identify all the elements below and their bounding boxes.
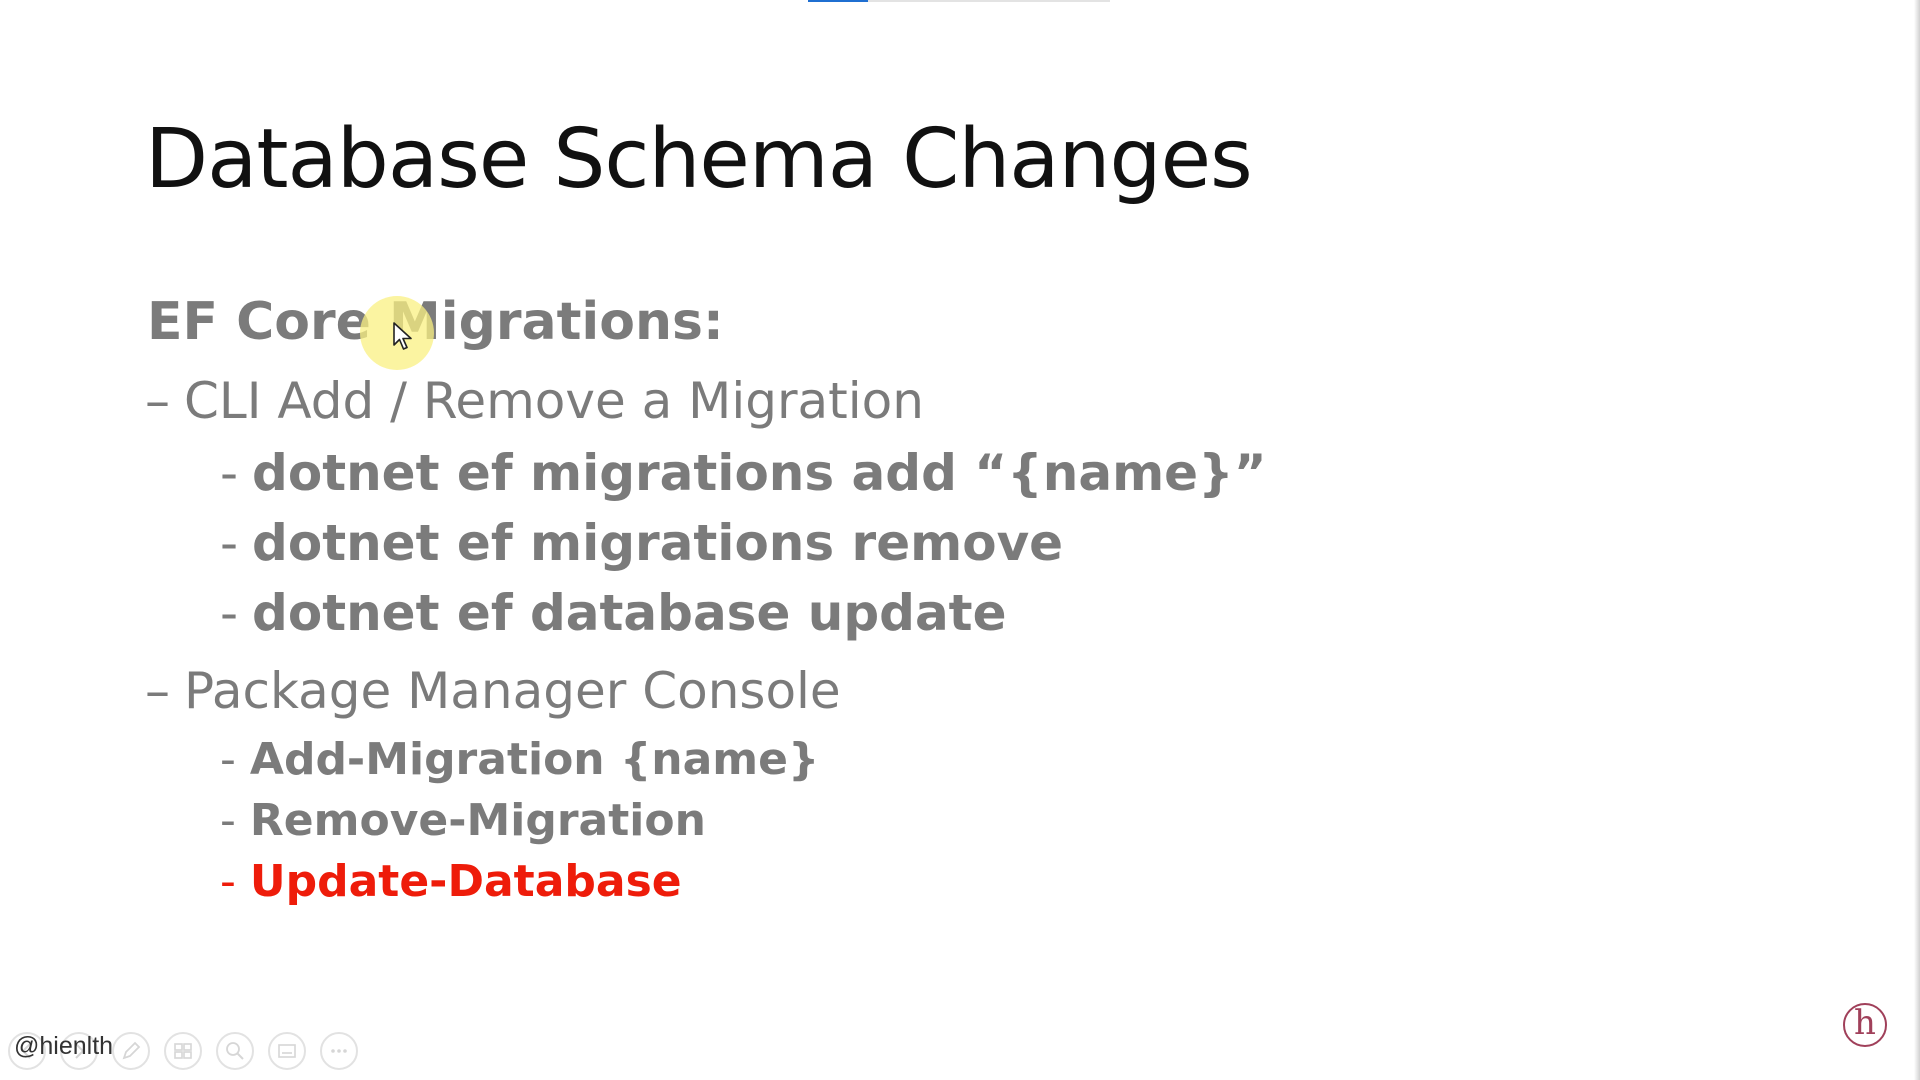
pen-button[interactable] bbox=[112, 1032, 150, 1070]
pen-icon bbox=[122, 1041, 141, 1060]
see-all-slides-button[interactable] bbox=[164, 1032, 202, 1070]
list-item-highlighted: - Update-Database bbox=[220, 856, 682, 907]
bullet-dash: – bbox=[145, 662, 170, 720]
command-text: Add-Migration {name} bbox=[249, 734, 820, 785]
bullet-dash: - bbox=[220, 514, 239, 572]
zoom-button[interactable] bbox=[216, 1032, 254, 1070]
subtitles-button[interactable] bbox=[268, 1032, 306, 1070]
brand-logo: h bbox=[1843, 1003, 1887, 1047]
subtitles-icon bbox=[278, 1044, 296, 1058]
section-label: Package Manager Console bbox=[184, 662, 841, 720]
command-text: dotnet ef migrations add “{name}” bbox=[252, 444, 1267, 502]
more-icon bbox=[331, 1049, 347, 1053]
section-cli: – CLI Add / Remove a Migration bbox=[145, 372, 924, 430]
command-text: Remove-Migration bbox=[249, 795, 706, 846]
bullet-dash: - bbox=[220, 856, 236, 907]
right-edge-shadow bbox=[1914, 0, 1920, 1080]
list-item: - dotnet ef migrations remove bbox=[220, 514, 1063, 572]
list-item: - Remove-Migration bbox=[220, 795, 706, 846]
list-item: - Add-Migration {name} bbox=[220, 734, 819, 785]
bullet-dash: - bbox=[220, 795, 236, 846]
bullet-dash: - bbox=[220, 584, 239, 642]
command-text: Update-Database bbox=[249, 856, 682, 907]
bullet-dash: - bbox=[220, 444, 239, 502]
slides-icon bbox=[174, 1043, 192, 1059]
zoom-icon bbox=[226, 1042, 244, 1060]
section-label: CLI Add / Remove a Migration bbox=[184, 372, 924, 430]
top-progress-fill bbox=[808, 0, 868, 2]
bullet-dash: – bbox=[145, 372, 170, 430]
top-progress-bar bbox=[808, 0, 1110, 2]
author-handle: @hienlth bbox=[14, 1032, 114, 1060]
section-pmc: – Package Manager Console bbox=[145, 662, 841, 720]
more-options-button[interactable] bbox=[320, 1032, 358, 1070]
list-item: - dotnet ef database update bbox=[220, 584, 1007, 642]
list-item: - dotnet ef migrations add “{name}” bbox=[220, 444, 1267, 502]
mouse-pointer-icon bbox=[393, 322, 412, 350]
bullet-dash: - bbox=[220, 734, 236, 785]
logo-letter: h bbox=[1854, 1003, 1876, 1043]
command-text: dotnet ef database update bbox=[252, 584, 1007, 642]
slide-heading: EF Core Migrations: bbox=[147, 292, 724, 352]
slide-title: Database Schema Changes bbox=[145, 112, 1253, 207]
presentation-slide: Database Schema Changes EF Core Migratio… bbox=[0, 0, 1920, 1080]
command-text: dotnet ef migrations remove bbox=[252, 514, 1064, 572]
